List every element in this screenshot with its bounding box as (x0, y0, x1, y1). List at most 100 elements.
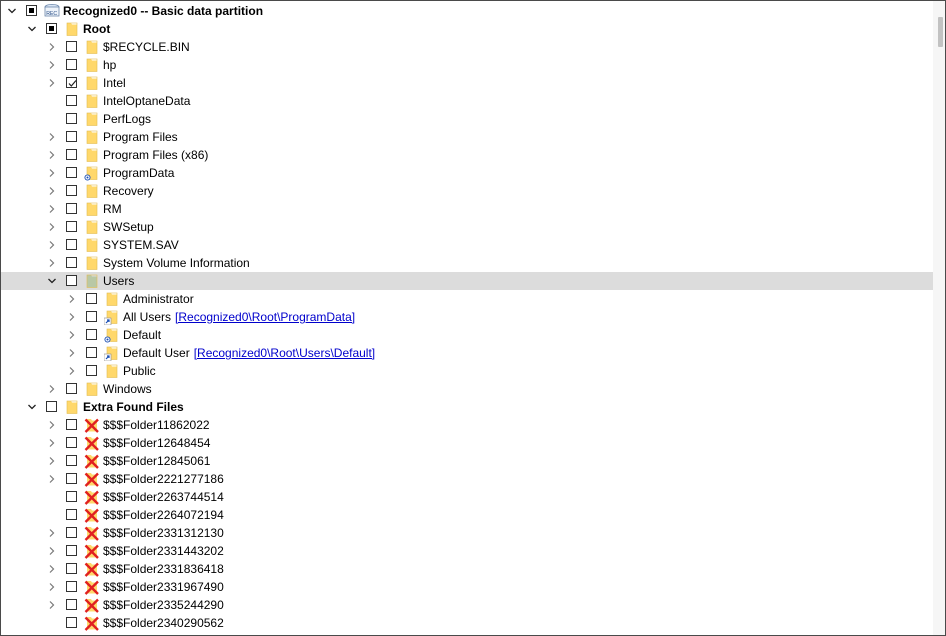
tree-node-deleted-folder[interactable]: $$$Folder11862022 (1, 416, 933, 434)
collapse-chevron-icon[interactable] (46, 275, 58, 287)
expand-chevron-icon[interactable] (46, 203, 58, 215)
checkbox[interactable] (66, 437, 77, 448)
collapse-chevron-icon[interactable] (26, 23, 38, 35)
tree-node-all-users[interactable]: All Users [Recognized0\Root\ProgramData] (1, 308, 933, 326)
tree-node-administrator[interactable]: Administrator (1, 290, 933, 308)
checkbox[interactable] (66, 95, 77, 106)
expand-chevron-icon[interactable] (46, 419, 58, 431)
checkbox[interactable] (26, 5, 37, 16)
expand-chevron-icon[interactable] (46, 221, 58, 233)
expand-chevron-icon[interactable] (46, 545, 58, 557)
expand-chevron-icon[interactable] (46, 563, 58, 575)
checkbox[interactable] (66, 41, 77, 52)
tree-node-inteloptanedata[interactable]: IntelOptaneData (1, 92, 933, 110)
expand-chevron-icon[interactable] (46, 455, 58, 467)
tree-node-hp[interactable]: hp (1, 56, 933, 74)
checkbox[interactable] (66, 59, 77, 70)
checkbox[interactable] (66, 473, 77, 484)
checkbox[interactable] (86, 311, 97, 322)
checkbox[interactable] (66, 275, 77, 286)
expand-chevron-icon[interactable] (66, 311, 78, 323)
checkbox[interactable] (66, 131, 77, 142)
expand-chevron-icon[interactable] (46, 239, 58, 251)
expand-chevron-icon[interactable] (46, 473, 58, 485)
checkbox[interactable] (86, 329, 97, 340)
tree-node-extra-found-files[interactable]: Extra Found Files (1, 398, 933, 416)
expand-chevron-icon[interactable] (46, 383, 58, 395)
vertical-scrollbar[interactable] (933, 1, 945, 635)
tree-node-deleted-folder[interactable]: $$$Folder12845061 (1, 452, 933, 470)
tree-node-recycle-bin[interactable]: $RECYCLE.BIN (1, 38, 933, 56)
expand-chevron-icon[interactable] (46, 581, 58, 593)
collapse-chevron-icon[interactable] (26, 401, 38, 413)
checkbox[interactable] (66, 167, 77, 178)
checkbox[interactable] (66, 419, 77, 430)
checkbox[interactable] (86, 293, 97, 304)
tree-node-default[interactable]: Default (1, 326, 933, 344)
expand-chevron-icon[interactable] (46, 77, 58, 89)
expand-chevron-icon[interactable] (66, 329, 78, 341)
tree-node-users[interactable]: Users (1, 272, 933, 290)
link-target[interactable]: [Recognized0\Root\ProgramData] (175, 310, 355, 324)
expand-chevron-icon[interactable] (46, 41, 58, 53)
tree-node-deleted-folder[interactable]: $$$Folder2331312130 (1, 524, 933, 542)
checkbox[interactable] (66, 599, 77, 610)
checkbox[interactable] (66, 491, 77, 502)
expand-chevron-icon[interactable] (46, 167, 58, 179)
collapse-chevron-icon[interactable] (6, 5, 18, 17)
checkbox[interactable] (66, 257, 77, 268)
tree-node-deleted-folder[interactable]: $$$Folder2331443202 (1, 542, 933, 560)
tree-node-swsetup[interactable]: SWSetup (1, 218, 933, 236)
tree-node-deleted-folder[interactable]: $$$Folder2340290562 (1, 614, 933, 632)
expand-chevron-icon[interactable] (46, 185, 58, 197)
checkbox[interactable] (66, 203, 77, 214)
checkbox[interactable] (86, 347, 97, 358)
tree-node-recovery[interactable]: Recovery (1, 182, 933, 200)
expand-chevron-icon[interactable] (46, 599, 58, 611)
tree-node-deleted-folder[interactable]: $$$Folder2264072194 (1, 506, 933, 524)
checkbox[interactable] (66, 563, 77, 574)
tree-node-default-user[interactable]: Default User [Recognized0\Root\Users\Defa… (1, 344, 933, 362)
checkbox[interactable] (66, 545, 77, 556)
checkbox[interactable] (66, 185, 77, 196)
tree-node-intel[interactable]: Intel (1, 74, 933, 92)
expand-chevron-icon[interactable] (66, 365, 78, 377)
tree-node-programdata[interactable]: ProgramData (1, 164, 933, 182)
checkbox[interactable] (66, 383, 77, 394)
tree-node-windows[interactable]: Windows (1, 380, 933, 398)
expand-chevron-icon[interactable] (46, 59, 58, 71)
checkbox[interactable] (66, 221, 77, 232)
tree-node-perflogs[interactable]: PerfLogs (1, 110, 933, 128)
checkbox[interactable] (66, 113, 77, 124)
checkbox[interactable] (66, 581, 77, 592)
tree-node-drive[interactable]: REC Recognized0 -- Basic data partition (1, 2, 933, 20)
expand-chevron-icon[interactable] (46, 437, 58, 449)
tree-node-program-files[interactable]: Program Files (1, 128, 933, 146)
tree-node-deleted-folder[interactable]: $$$Folder2331967490 (1, 578, 933, 596)
checkbox[interactable] (46, 401, 57, 412)
tree-node-deleted-folder[interactable]: $$$Folder2331836418 (1, 560, 933, 578)
checkbox[interactable] (66, 617, 77, 628)
scrollbar-thumb[interactable] (938, 17, 943, 47)
tree-node-rm[interactable]: RM (1, 200, 933, 218)
tree-node-deleted-folder[interactable]: $$$Folder2335244290 (1, 596, 933, 614)
tree-node-root[interactable]: Root (1, 20, 933, 38)
link-target[interactable]: [Recognized0\Root\Users\Default] (194, 346, 375, 360)
tree-node-deleted-folder[interactable]: $$$Folder2263744514 (1, 488, 933, 506)
checkbox[interactable] (66, 77, 77, 88)
expand-chevron-icon[interactable] (46, 527, 58, 539)
expand-chevron-icon[interactable] (46, 257, 58, 269)
checkbox[interactable] (46, 23, 57, 34)
expand-chevron-icon[interactable] (66, 293, 78, 305)
checkbox[interactable] (66, 149, 77, 160)
tree-node-deleted-folder[interactable]: $$$Folder12648454 (1, 434, 933, 452)
tree-node-system-volume-information[interactable]: System Volume Information (1, 254, 933, 272)
tree-node-deleted-folder[interactable]: $$$Folder2221277186 (1, 470, 933, 488)
expand-chevron-icon[interactable] (46, 149, 58, 161)
expand-chevron-icon[interactable] (46, 131, 58, 143)
tree-node-system-sav[interactable]: SYSTEM.SAV (1, 236, 933, 254)
checkbox[interactable] (66, 239, 77, 250)
checkbox[interactable] (86, 365, 97, 376)
checkbox[interactable] (66, 455, 77, 466)
checkbox[interactable] (66, 509, 77, 520)
